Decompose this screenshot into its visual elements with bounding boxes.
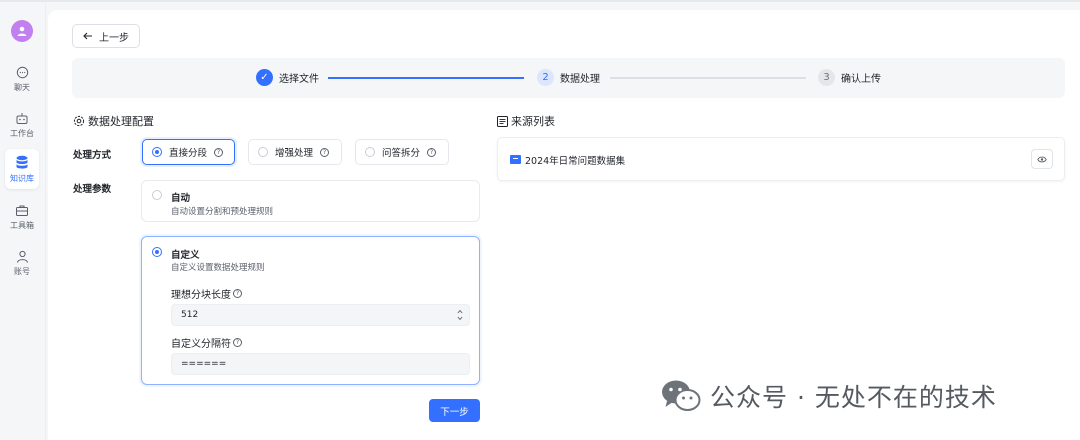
param-auto-card[interactable]: 自动 自动设置分割和预处理规则 <box>141 180 480 222</box>
chunk-length-label-text: 理想分块长度 <box>171 290 231 301</box>
watermark-text: 公众号 · 无处不在的技术 <box>710 383 997 412</box>
main-panel: 上一步 ✓ 选择文件 2 数据处理 3 确认上传 数据处理配置 处理方式 直接分… <box>48 10 1080 440</box>
sidebar-item-toolbox[interactable]: 工具箱 <box>4 198 40 236</box>
sidebar-item-workbench[interactable]: 工作台 <box>4 106 40 144</box>
watermark: 公众号 · 无处不在的技术 <box>660 378 997 414</box>
step-confirm-upload: 3 确认上传 <box>818 69 881 86</box>
params-label: 处理参数 <box>73 184 112 195</box>
step-data-processing: 2 数据处理 <box>537 69 600 86</box>
method-enhanced[interactable]: 增强处理 ? <box>248 139 342 165</box>
step-label: 确认上传 <box>841 74 881 85</box>
step-line-todo <box>610 77 806 79</box>
stepper-icon[interactable] <box>457 309 463 321</box>
method-option-label: 增强处理 <box>275 148 314 159</box>
separator-label-text: 自定义分隔符 <box>171 339 231 350</box>
separator-value: ====== <box>181 359 227 369</box>
sidebar-item-chat[interactable]: 聊天 <box>4 60 40 98</box>
robot-icon <box>16 112 28 124</box>
radio-icon <box>152 190 162 200</box>
check-icon: ✓ <box>256 69 273 86</box>
back-label: 上一步 <box>99 32 129 44</box>
custom-desc: 自定义设置数据处理规则 <box>171 263 265 273</box>
radio-icon <box>258 147 268 157</box>
radio-selected-icon <box>152 147 162 157</box>
auto-title: 自动 <box>171 193 191 204</box>
sidebar-item-label: 工具箱 <box>10 220 34 230</box>
help-icon[interactable]: ? <box>427 147 437 157</box>
help-icon[interactable]: ? <box>214 147 224 157</box>
config-title-text: 数据处理配置 <box>88 115 154 128</box>
help-icon[interactable]: ? <box>233 289 242 298</box>
step-label: 数据处理 <box>560 74 600 85</box>
chat-icon <box>16 66 28 78</box>
param-custom-card[interactable]: 自定义 自定义设置数据处理规则 理想分块长度 ? 512 自定义分隔符 ? ==… <box>141 236 480 385</box>
sidebar-item-label: 聊天 <box>14 82 30 92</box>
help-icon[interactable]: ? <box>233 338 242 347</box>
gear-icon <box>73 115 85 127</box>
source-item[interactable]: 2024年日常问题数据集 <box>497 137 1065 181</box>
step-number: 3 <box>818 69 835 86</box>
config-title: 数据处理配置 <box>73 113 154 129</box>
step-label: 选择文件 <box>279 74 319 85</box>
help-icon[interactable]: ? <box>320 147 330 157</box>
avatar[interactable] <box>11 20 33 42</box>
separator-input[interactable]: ====== <box>171 353 470 375</box>
radio-selected-icon <box>152 247 162 257</box>
step-number: 2 <box>537 69 554 86</box>
step-select-file: ✓ 选择文件 <box>256 69 319 86</box>
source-item-name: 2024年日常问题数据集 <box>525 156 626 167</box>
source-title-text: 来源列表 <box>511 115 555 128</box>
back-button[interactable]: 上一步 <box>72 24 140 48</box>
auto-desc: 自动设置分割和预处理规则 <box>171 207 274 217</box>
method-option-label: 直接分段 <box>169 148 208 159</box>
next-button[interactable]: 下一步 <box>429 399 480 422</box>
list-icon <box>497 115 508 127</box>
database-icon <box>16 155 28 169</box>
chunk-length-value: 512 <box>181 310 199 320</box>
sidebar-item-label: 工作台 <box>10 128 34 138</box>
sidebar-item-account[interactable]: 账号 <box>4 244 40 282</box>
file-icon <box>510 155 521 164</box>
sidebar-item-label: 账号 <box>14 266 30 276</box>
radio-icon <box>365 147 375 157</box>
chunk-length-label: 理想分块长度 ? <box>171 286 242 301</box>
step-indicator: ✓ 选择文件 2 数据处理 3 确认上传 <box>72 58 1065 98</box>
user-avatar-icon <box>17 26 27 36</box>
method-direct-split[interactable]: 直接分段 ? <box>142 139 235 165</box>
source-title: 来源列表 <box>497 113 555 129</box>
chunk-length-input[interactable]: 512 <box>171 304 470 326</box>
sidebar-item-knowledge[interactable]: 知识库 <box>5 149 39 189</box>
sidebar-item-label: 知识库 <box>10 173 34 183</box>
step-line-done <box>328 77 524 79</box>
eye-icon <box>1037 156 1047 162</box>
custom-title: 自定义 <box>171 250 200 261</box>
preview-button[interactable] <box>1031 149 1053 169</box>
top-border <box>0 0 1080 2</box>
toolbox-icon <box>16 205 28 216</box>
wechat-icon <box>662 380 701 411</box>
arrow-left-icon <box>83 32 92 40</box>
method-qa-split[interactable]: 问答拆分 ? <box>355 139 449 165</box>
sidebar: 聊天 工作台 知识库 工具箱 账号 <box>0 2 46 440</box>
separator-label: 自定义分隔符 ? <box>171 335 242 350</box>
user-icon <box>16 250 28 263</box>
method-label: 处理方式 <box>73 150 112 161</box>
method-option-label: 问答拆分 <box>382 148 421 159</box>
